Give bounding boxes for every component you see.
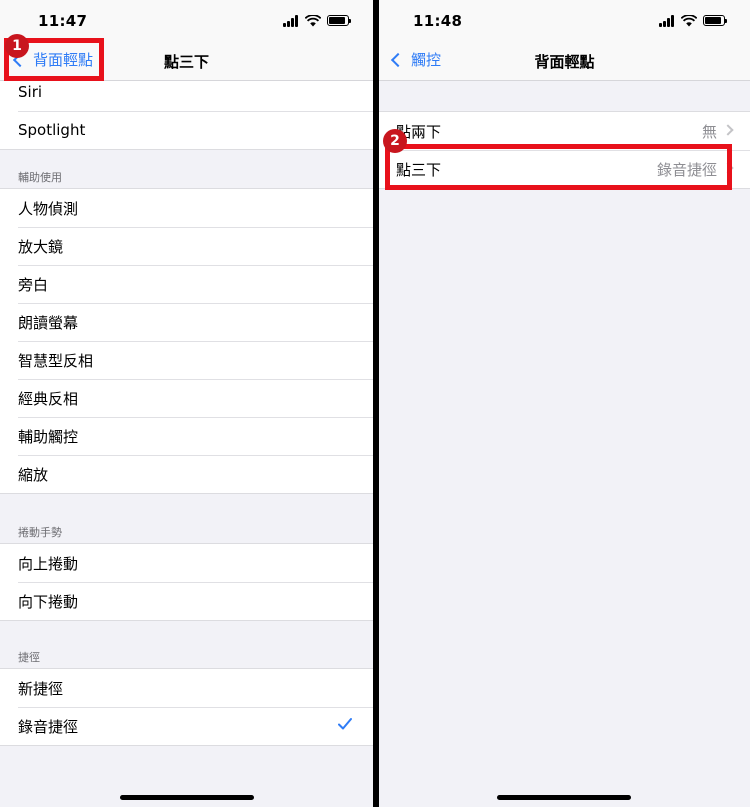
status-time: 11:47 — [38, 12, 88, 30]
list-item[interactable]: 新捷徑 — [0, 669, 373, 707]
home-indicator — [120, 795, 254, 800]
page-title: 背面輕點 — [534, 53, 595, 71]
shortcuts-group: 新捷徑 錄音捷徑 — [0, 668, 373, 746]
list-item[interactable]: 智慧型反相 — [0, 341, 373, 379]
row-label: 錄音捷徑 — [18, 717, 79, 736]
list-item[interactable]: 輔助觸控 — [0, 417, 373, 455]
chevron-right-icon — [722, 124, 734, 136]
row-label: 朗讀螢幕 — [18, 313, 79, 332]
list-item[interactable]: 向下捲動 — [0, 582, 373, 620]
row-label: 新捷徑 — [18, 679, 64, 698]
row-label: 輔助觸控 — [18, 427, 79, 446]
row-label: 經典反相 — [18, 389, 79, 408]
row-label: 放大鏡 — [18, 237, 64, 256]
status-time: 11:48 — [413, 12, 463, 30]
top-group: Siri Spotlight — [0, 72, 373, 150]
row-label: 人物偵測 — [18, 199, 79, 218]
scroll-gestures-group: 向上捲動 向下捲動 — [0, 543, 373, 621]
section-header-scroll-gestures: 捲動手勢 — [18, 526, 62, 539]
row-label: Spotlight — [18, 121, 86, 139]
row-label: 向下捲動 — [18, 592, 79, 611]
battery-icon — [327, 15, 351, 26]
list-item[interactable]: 旁白 — [0, 265, 373, 303]
row-label: 旁白 — [18, 275, 49, 294]
right-screen: 11:48 觸控 背面輕點 點兩下 無 點三下 錄音捷徑 2 — [379, 0, 750, 807]
nav-bar: 觸控 背面輕點 — [379, 40, 750, 81]
status-bar: 11:47 — [0, 0, 373, 40]
left-screen: Siri Spotlight 輔助使用 人物偵測 放大鏡 旁白 朗讀螢幕 智慧型… — [0, 0, 373, 807]
section-header-shortcuts: 捷徑 — [18, 651, 40, 664]
status-bar: 11:48 — [379, 0, 750, 40]
wifi-icon — [305, 15, 321, 27]
list-item[interactable]: 向上捲動 — [0, 544, 373, 582]
accessibility-group: 人物偵測 放大鏡 旁白 朗讀螢幕 智慧型反相 經典反相 輔助觸控 縮放 — [0, 188, 373, 494]
step-badge: 1 — [5, 34, 29, 58]
list-item[interactable]: 人物偵測 — [0, 189, 373, 227]
list-item-selected[interactable]: 錄音捷徑 — [0, 707, 373, 745]
signal-icon — [659, 15, 676, 27]
row-label: 縮放 — [18, 465, 49, 484]
checkmark-icon — [338, 718, 352, 730]
row-label: 智慧型反相 — [18, 351, 94, 370]
highlight-box — [385, 144, 732, 190]
list-item[interactable]: 經典反相 — [0, 379, 373, 417]
row-label: Siri — [18, 83, 43, 101]
list-item[interactable]: 縮放 — [0, 455, 373, 493]
home-indicator — [497, 795, 631, 800]
section-header-accessibility: 輔助使用 — [18, 171, 62, 184]
list-item[interactable]: 朗讀螢幕 — [0, 303, 373, 341]
wifi-icon — [681, 15, 697, 27]
list-item[interactable]: 放大鏡 — [0, 227, 373, 265]
row-label: 向上捲動 — [18, 554, 79, 573]
signal-icon — [283, 15, 300, 27]
step-badge: 2 — [383, 129, 407, 153]
list-item-spotlight[interactable]: Spotlight — [0, 111, 373, 149]
battery-icon — [703, 15, 727, 26]
row-value: 無 — [701, 122, 717, 141]
